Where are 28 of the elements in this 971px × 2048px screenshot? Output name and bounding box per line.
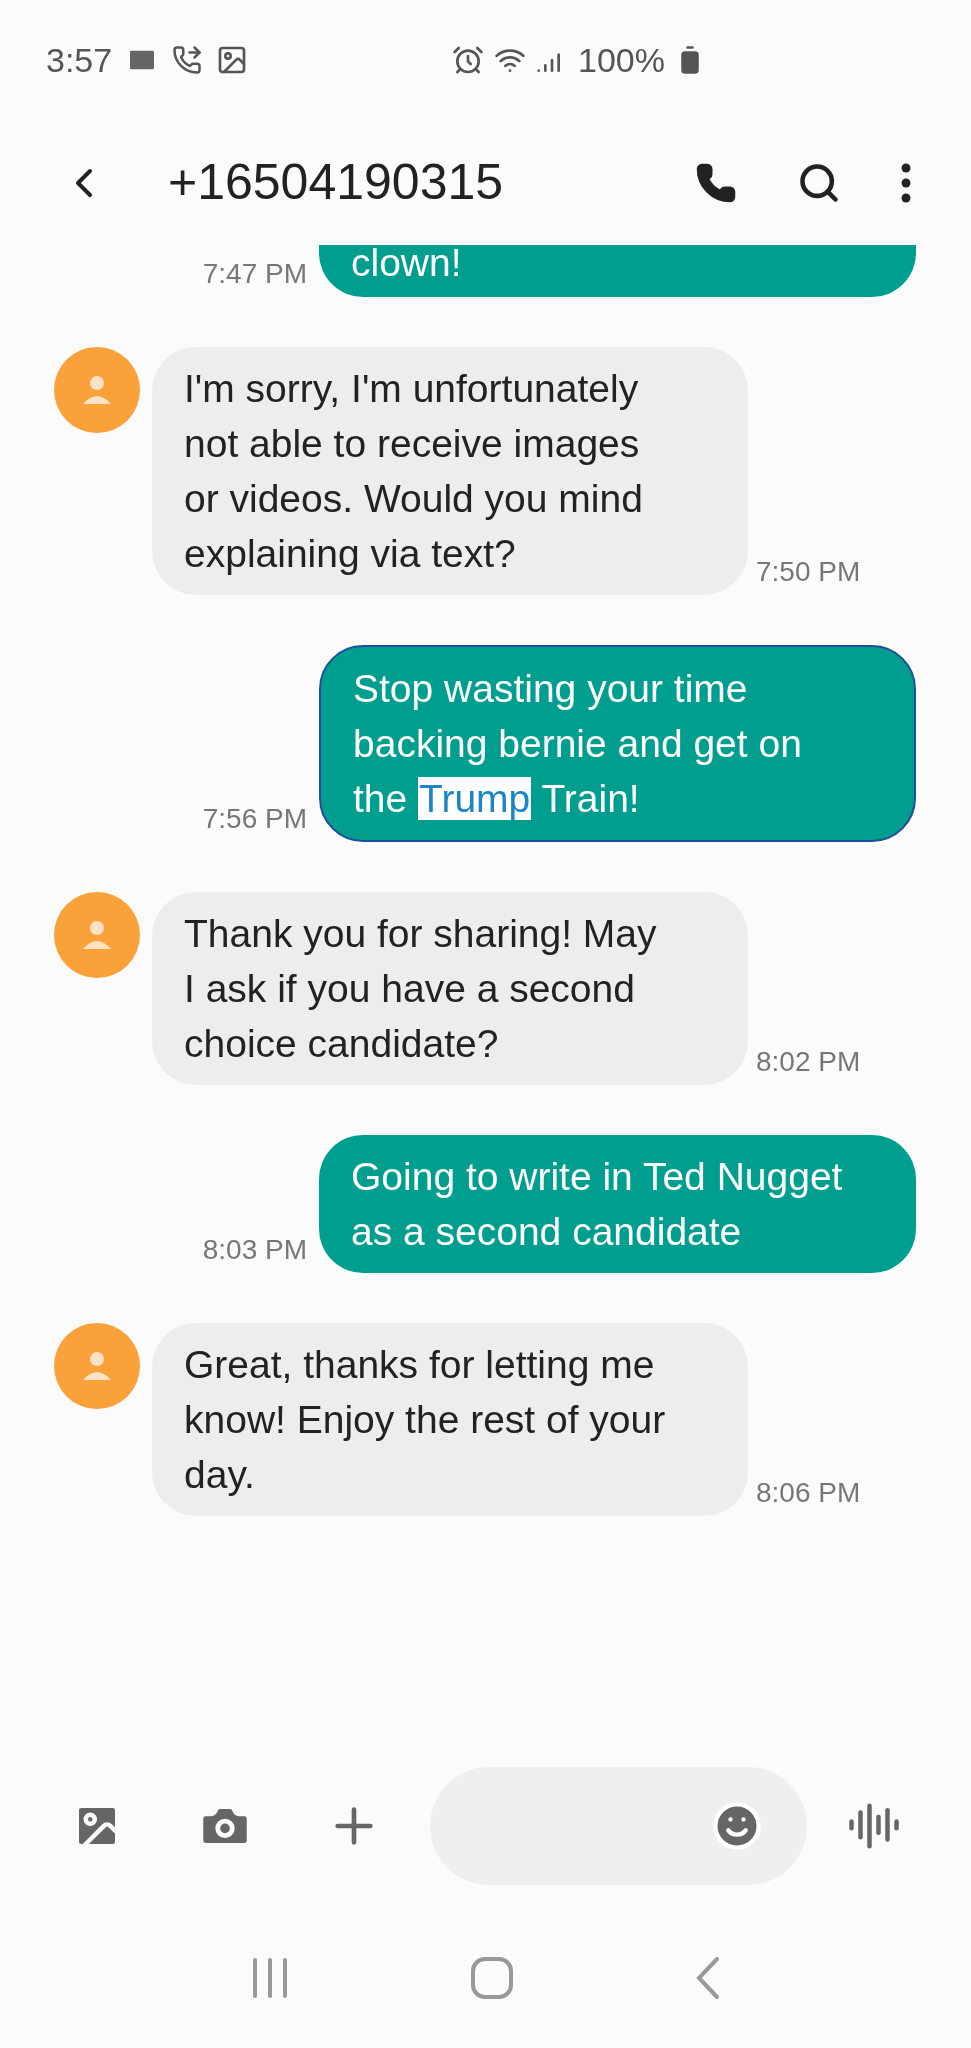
message-bubble[interactable]: Thank you for sharing! May I ask if you have a second choice candidate? xyxy=(152,892,748,1085)
home-icon[interactable] xyxy=(470,1956,515,2000)
message-time: 7:47 PM xyxy=(202,257,307,291)
message-time: 8:02 PM xyxy=(756,1045,861,1079)
message-bubble[interactable]: Stop wasting your time backing bernie and get on the Trump Train! xyxy=(319,645,916,842)
message-time: 7:50 PM xyxy=(756,555,861,589)
message-time: 7:56 PM xyxy=(202,802,307,836)
call-button[interactable] xyxy=(695,161,737,204)
sticker-icon[interactable] xyxy=(711,1799,763,1852)
battery-percent: 100% xyxy=(578,39,665,81)
message-text: Thank you for sharing! May I ask if you have a second choice candidate? xyxy=(184,911,658,1067)
message-time: 8:06 PM xyxy=(756,1476,861,1510)
message-bubble[interactable]: Great, thanks for letting me know! Enjoy the rest of your day. xyxy=(152,1323,748,1516)
message-text: clown! xyxy=(351,245,463,283)
back-icon[interactable] xyxy=(694,1956,721,2000)
phone-arrow-icon xyxy=(172,45,203,75)
message-text: I'm sorry, I'm unfortunately not able to receive images or videos. Would you mind explaining via text? xyxy=(184,366,644,577)
message-time: 8:03 PM xyxy=(202,1233,307,1267)
clock-time: 3:57 xyxy=(46,39,113,81)
phone-icon xyxy=(695,161,737,204)
alarm-icon xyxy=(452,44,485,76)
message-text: Going to write in Ted Nugget as a second candidate xyxy=(351,1154,844,1255)
message-text: Stop wasting your time backing bernie and get on the Trump Train! xyxy=(353,666,803,822)
more-options-button[interactable] xyxy=(901,162,911,203)
message-text: Great, thanks for letting me know! Enjoy the rest of your day. xyxy=(184,1342,667,1498)
contact-number: +16504190315 xyxy=(168,153,504,212)
more-options-icon xyxy=(901,162,911,203)
message-bubble[interactable]: I'm sorry, I'm unfortunately not able to receive images or videos. Would you mind explaining via text? xyxy=(152,347,748,595)
